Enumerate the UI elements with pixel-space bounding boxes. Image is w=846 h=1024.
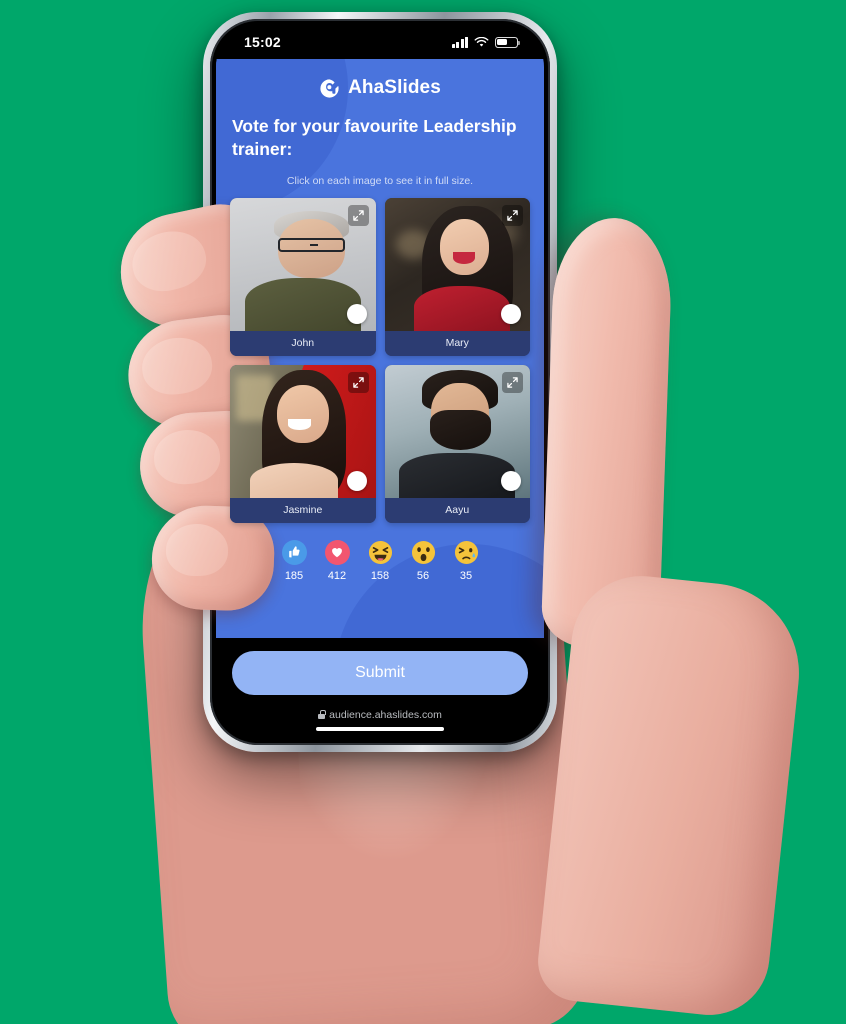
home-indicator[interactable] [216,726,544,739]
reaction-count: 185 [284,569,304,582]
reaction-bar: 185 412 158 56 35 [230,523,530,582]
screenshot-stage: 15:02 AhaSlides Vote for your favourite … [0,0,846,1024]
index-finger-nail [126,223,212,299]
reaction-count: 56 [416,569,430,582]
phone-bezel: 15:02 AhaSlides Vote for your favourite … [210,19,550,745]
option-label: Jasmine [230,497,376,523]
status-clock: 15:02 [244,34,281,50]
surprised-icon[interactable] [411,540,436,565]
reaction-heart[interactable]: 412 [324,539,350,582]
reaction-thumbs-up[interactable]: 185 [281,539,307,582]
lock-icon [318,710,326,719]
status-icon-group [451,36,521,48]
battery-icon [495,36,521,48]
reaction-sad[interactable]: 35 [454,540,479,582]
ahaslides-logo-icon [320,78,339,98]
ahaslides-app: AhaSlides Vote for your favourite Leader… [216,59,544,638]
photo-mary[interactable] [384,197,530,331]
submit-area: Submit [216,637,544,700]
reaction-count: 158 [370,569,390,582]
option-card-aayu[interactable]: Aayu [384,364,530,523]
options-grid: John Mary Jasmine Aayu [230,197,530,523]
hand-base [534,569,808,1021]
submit-button[interactable]: Submit [232,650,528,695]
option-card-jasmine[interactable]: Jasmine [230,364,376,523]
option-card-mary[interactable]: Mary [384,197,530,356]
url-text: audience.ahaslides.com [329,708,442,721]
option-card-john[interactable]: John [230,197,376,356]
radio-unselected-icon[interactable] [501,303,521,324]
question-title: Vote for your favourite Leadership train… [232,116,517,159]
brand-name: AhaSlides [348,77,441,98]
expand-arrows-icon[interactable] [502,204,523,226]
browser-url-bar[interactable]: audience.ahaslides.com [216,699,544,727]
expand-arrows-icon[interactable] [347,371,369,393]
radio-unselected-icon[interactable] [501,470,521,491]
wifi-icon [474,36,489,47]
photo-aayu[interactable] [384,364,530,498]
question-hint: Click on each image to see it in full si… [286,174,474,187]
laughing-icon[interactable] [368,540,393,565]
expand-arrows-icon[interactable] [347,204,369,226]
sad-icon[interactable] [454,540,479,565]
heart-icon[interactable] [324,539,350,565]
radio-unselected-icon[interactable] [346,470,367,491]
thumb [540,216,674,650]
phone-device: 15:02 AhaSlides Vote for your favourite … [203,12,557,752]
reaction-count: 35 [459,569,473,582]
option-label: Mary [384,330,530,356]
phone-screen: 15:02 AhaSlides Vote for your favourite … [216,25,544,739]
option-label: John [230,330,376,356]
reaction-surprised[interactable]: 56 [411,540,436,582]
photo-john[interactable] [230,197,376,331]
radio-unselected-icon[interactable] [346,303,367,324]
option-label: Aayu [384,497,530,523]
reaction-count: 412 [327,569,347,582]
reaction-laughing[interactable]: 158 [368,540,393,582]
notch [305,25,455,53]
app-brand: AhaSlides [230,59,530,115]
expand-arrows-icon[interactable] [502,371,523,393]
photo-jasmine[interactable] [230,364,376,498]
thumbs-up-icon[interactable] [281,539,307,565]
